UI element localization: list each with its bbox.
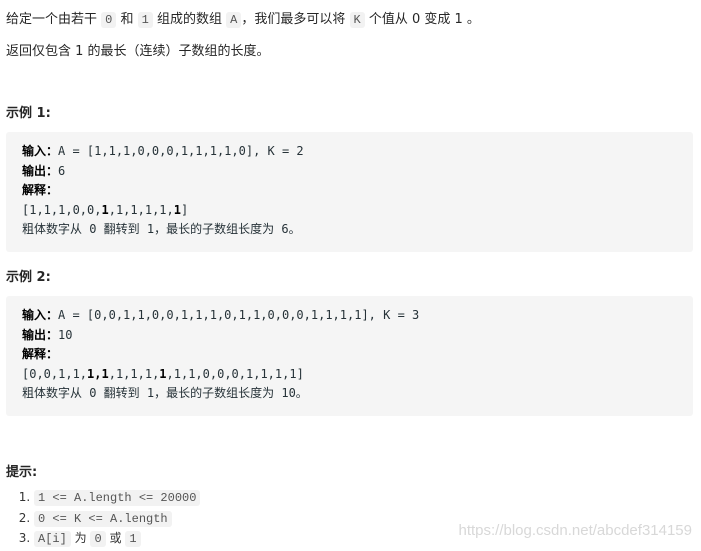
- array-part: [0,0,1,1,: [22, 366, 88, 381]
- watermark: https://blog.csdn.net/abcdef314159: [458, 522, 692, 539]
- text: 给定一个由若干: [6, 12, 98, 27]
- output-label: 输出：: [22, 163, 59, 178]
- text: ，我们最多可以将: [241, 12, 346, 27]
- array-line: [0,0,1,1,1,1,1,1,1,1,1,1,0,0,0,1,1,1,1]: [22, 365, 677, 385]
- output-line: 输出：6: [22, 162, 677, 182]
- inline-code: 0: [101, 12, 117, 28]
- array-part: [1,1,1,0,0,: [22, 202, 102, 217]
- text: 个值从 0 变成 1 。: [368, 12, 480, 27]
- array-bold: 1,1: [87, 366, 109, 381]
- text: 组成的数组: [157, 12, 223, 27]
- hints-heading: 提示:: [6, 465, 38, 480]
- hint-item: 0 <= K <= A.length: [34, 509, 200, 530]
- hints-list: 1 <= A.length <= 20000 0 <= K <= A.lengt…: [14, 488, 201, 550]
- input-label: 输入：: [22, 308, 59, 322]
- explanation: 粗体数字从 0 翻转到 1，最长的子数组长度为 10。: [22, 386, 308, 400]
- inline-code: 1 <= A.length <= 20000: [34, 490, 201, 506]
- input-line: 输入：A = [1,1,1,0,0,0,1,1,1,1,0], K = 2: [22, 142, 677, 162]
- hint-item: 1 <= A.length <= 20000: [34, 488, 201, 509]
- inline-code: A: [226, 12, 242, 28]
- text: 和: [120, 12, 134, 27]
- goal-text: 返回仅包含 1 的最长（连续）子数组的长度。: [6, 44, 270, 59]
- array-part: ]: [180, 202, 189, 217]
- text: 或: [109, 531, 122, 545]
- array-part: ,1,1,0,0,0,1,1,1,1]: [166, 366, 304, 381]
- inline-code: 0: [90, 531, 106, 547]
- inline-code: 1: [125, 531, 141, 547]
- inline-code: K: [349, 12, 365, 28]
- input-value: A = [0,0,1,1,0,0,1,1,1,0,1,1,0,0,0,1,1,1…: [58, 308, 420, 322]
- array-bold: 1: [173, 202, 181, 217]
- inline-code: 0 <= K <= A.length: [34, 510, 172, 527]
- example2-block: 输入：A = [0,0,1,1,0,0,1,1,1,0,1,1,0,0,0,1,…: [6, 296, 693, 416]
- output-value: 6: [58, 163, 66, 178]
- explain-label-text: 解释：: [22, 347, 59, 361]
- input-label: 输入：: [22, 144, 59, 158]
- array-part: ,1,1,1,1,: [108, 202, 174, 217]
- text: 为: [74, 531, 87, 545]
- problem-statement: 给定一个由若干 0 和 1 组成的数组 A ，我们最多可以将 K 个值从 0 变成…: [6, 8, 480, 28]
- explain-label: 解释：: [22, 345, 677, 365]
- explanation: 粗体数字从 0 翻转到 1，最长的子数组长度为 6。: [22, 222, 301, 236]
- inline-code: A[i]: [34, 531, 71, 547]
- output-line: 输出：10: [22, 326, 677, 346]
- output-label: 输出：: [22, 327, 59, 342]
- array-bold: 1: [101, 202, 109, 217]
- explain-label: 解释：: [22, 181, 677, 201]
- inline-code: 1: [137, 12, 153, 28]
- output-value: 10: [58, 327, 73, 342]
- input-line: 输入：A = [0,0,1,1,0,0,1,1,1,0,1,1,0,0,0,1,…: [22, 306, 677, 326]
- explain-label-text: 解释：: [22, 183, 59, 197]
- array-part: ,1,1,1,: [108, 366, 160, 381]
- array-bold: 1: [159, 366, 167, 381]
- input-value: A = [1,1,1,0,0,0,1,1,1,1,0], K = 2: [58, 144, 304, 158]
- example1-heading: 示例 1:: [6, 106, 51, 121]
- example1-block: 输入：A = [1,1,1,0,0,0,1,1,1,1,0], K = 2 输出…: [6, 132, 693, 252]
- array-line: [1,1,1,0,0,1,1,1,1,1,1]: [22, 201, 677, 221]
- hint-item: A[i] 为 0 或 1: [34, 529, 200, 550]
- example2-heading: 示例 2:: [6, 270, 51, 285]
